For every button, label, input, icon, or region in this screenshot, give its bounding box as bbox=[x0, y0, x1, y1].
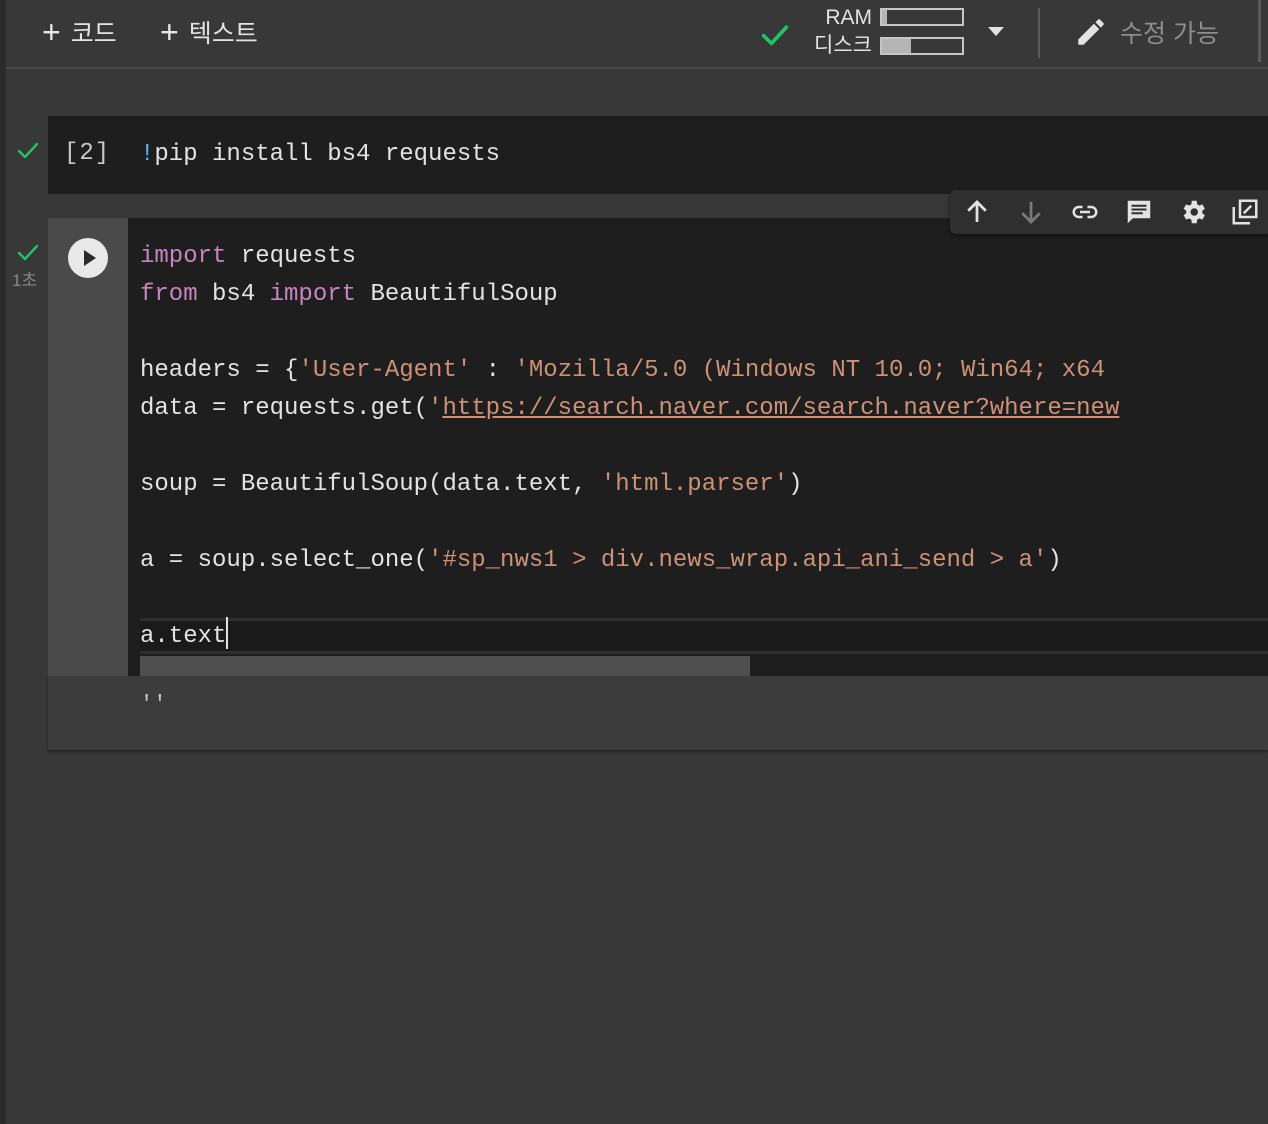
comment-icon[interactable] bbox=[1124, 197, 1154, 227]
mirror-cell-icon[interactable] bbox=[1230, 197, 1260, 227]
add-code-button[interactable]: + 코드 bbox=[42, 14, 117, 50]
horizontal-scrollbar[interactable] bbox=[140, 656, 750, 676]
edit-mode-label: 수정 가능 bbox=[1120, 20, 1219, 48]
edit-mode-button[interactable]: 수정 가능 bbox=[1074, 12, 1219, 52]
ram-label: RAM bbox=[825, 6, 872, 29]
gear-icon[interactable] bbox=[1178, 197, 1208, 227]
plus-icon: + bbox=[42, 14, 61, 50]
code-text: pip install bs4 requests bbox=[154, 141, 501, 168]
code-cell[interactable]: import requests from bs4 import Beautifu… bbox=[48, 218, 1268, 750]
add-code-label: 코드 bbox=[70, 20, 117, 48]
code-editor[interactable]: import requests from bs4 import Beautifu… bbox=[128, 218, 1268, 676]
active-line-highlight bbox=[140, 618, 1268, 654]
code-line[interactable]: soup = BeautifulSoup(data.text, 'html.pa… bbox=[140, 466, 803, 504]
code-line[interactable]: headers = {'User-Agent' : 'Mozilla/5.0 (… bbox=[140, 352, 1105, 390]
execution-count: [2] bbox=[64, 140, 111, 167]
check-icon bbox=[17, 142, 39, 159]
shell-bang: ! bbox=[140, 141, 155, 168]
code-cell[interactable]: [2] !pip install bs4 requests bbox=[48, 116, 1268, 194]
dropdown-icon[interactable] bbox=[988, 27, 1004, 36]
code-line[interactable]: import requests bbox=[140, 238, 356, 276]
plus-icon: + bbox=[160, 14, 179, 50]
arrow-up-icon[interactable] bbox=[962, 197, 992, 227]
cell-gutter bbox=[48, 218, 128, 676]
text-cursor bbox=[226, 616, 229, 649]
toolbar-divider bbox=[1258, 0, 1261, 62]
arrow-down-icon[interactable] bbox=[1016, 197, 1046, 227]
ram-usage-fill bbox=[882, 10, 887, 24]
run-cell-button[interactable] bbox=[68, 238, 108, 278]
disk-usage-fill bbox=[882, 39, 911, 53]
execution-time: 1초 bbox=[12, 271, 38, 290]
code-line[interactable]: from bs4 import BeautifulSoup bbox=[140, 276, 558, 314]
add-text-label: 텍스트 bbox=[188, 20, 258, 48]
code-line[interactable]: data = requests.get('https://search.nave… bbox=[140, 390, 1119, 428]
resource-labels[interactable]: RAM 디스크 bbox=[802, 4, 872, 60]
top-toolbar: + 코드 + 텍스트 RAM 디스크 수정 가능 bbox=[6, 0, 1268, 69]
output-text: '' bbox=[140, 692, 167, 717]
cell-output: '' bbox=[48, 676, 1268, 750]
url-link[interactable]: https://search.naver.com/search.naver?wh… bbox=[442, 395, 1119, 422]
toolbar-divider bbox=[1038, 8, 1040, 58]
code-line[interactable]: a.text bbox=[140, 616, 229, 656]
code-line[interactable]: !pip install bs4 requests bbox=[140, 136, 500, 174]
check-icon bbox=[17, 244, 39, 261]
pencil-icon bbox=[1078, 19, 1104, 45]
code-line[interactable]: a = soup.select_one('#sp_nws1 > div.news… bbox=[140, 542, 1062, 580]
check-icon bbox=[761, 25, 789, 46]
add-text-button[interactable]: + 텍스트 bbox=[160, 14, 258, 50]
left-edge bbox=[0, 0, 6, 1124]
disk-label: 디스크 bbox=[814, 34, 872, 57]
cell-toolbar bbox=[950, 190, 1268, 234]
ram-usage-bar[interactable] bbox=[880, 8, 964, 26]
link-icon[interactable] bbox=[1070, 197, 1100, 227]
disk-usage-bar[interactable] bbox=[880, 37, 964, 55]
